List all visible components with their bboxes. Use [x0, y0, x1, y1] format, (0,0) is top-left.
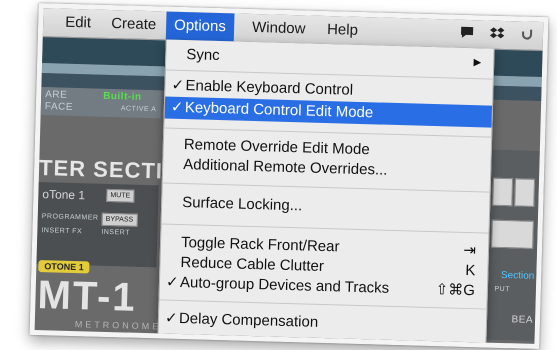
insert-fx-label: INSERT FX [41, 227, 83, 236]
menu-window[interactable]: Window [244, 14, 314, 44]
bypass-button[interactable]: BYPASS [101, 212, 138, 227]
menu-help[interactable]: Help [319, 16, 367, 45]
rack-button[interactable] [492, 177, 514, 207]
output-label: PUT [494, 285, 511, 294]
interface-label: FACE [44, 101, 74, 113]
section-label: Section [500, 269, 535, 282]
checkmark-icon: ✓ [165, 273, 179, 291]
active-label: ACTIVE A [120, 105, 157, 114]
menu-options[interactable]: Options [165, 11, 235, 42]
status-icons [459, 24, 535, 42]
device-name: oTone 1 [42, 187, 86, 203]
menu-item-surface-locking[interactable]: Surface Locking... [162, 191, 489, 222]
menu-item-delay-compensation[interactable]: ✓ Delay Compensation [159, 307, 486, 338]
menu-edit[interactable]: Edit [57, 8, 100, 37]
device-tag: OTONE 1 [38, 260, 90, 274]
shortcut-label: K [465, 261, 476, 280]
rack-button[interactable] [514, 178, 536, 207]
waveform-display [491, 219, 534, 249]
checkmark-icon: ✓ [171, 76, 185, 95]
menu-create[interactable]: Create [103, 10, 165, 40]
menu-separator [162, 182, 490, 193]
shortcut-label: ⇧⌘G [435, 281, 476, 300]
menu-item-label: Keyboard Control Edit Mode [184, 99, 374, 122]
submenu-arrow-icon: ▶ [473, 57, 482, 69]
insert-label: INSERT [101, 228, 130, 237]
menu-item-label: Sync [186, 46, 220, 65]
checkmark-icon: ✓ [170, 98, 184, 117]
screenshot-frame: ARE FACE Built-in ACTIVE A TER SECTION o… [29, 2, 549, 350]
app-status-icon[interactable] [519, 25, 535, 41]
beat-label: BEA [511, 314, 534, 326]
mute-button[interactable]: MUTE [106, 188, 135, 203]
chat-bubble-icon[interactable] [459, 24, 475, 40]
menu-item-label: Delay Compensation [178, 309, 319, 331]
menu-item-label: Surface Locking... [181, 194, 303, 215]
checkmark-icon: ✓ [164, 309, 178, 327]
menu-item-label: Auto-group Devices and Tracks [179, 274, 390, 297]
menu-item-label: Additional Remote Overrides... [183, 156, 388, 179]
builtin-indicator: Built-in [102, 90, 142, 103]
mt1-logo: MT-1 [36, 273, 138, 320]
hardware-label: ARE [45, 89, 68, 101]
shortcut-tab-icon: ⇥ [463, 241, 477, 260]
dropbox-icon[interactable] [489, 25, 505, 41]
metronome-label: METRONOME [74, 319, 162, 332]
options-dropdown-menu: Sync ▶ ✓ Enable Keyboard Control ✓ Keybo… [157, 39, 495, 344]
